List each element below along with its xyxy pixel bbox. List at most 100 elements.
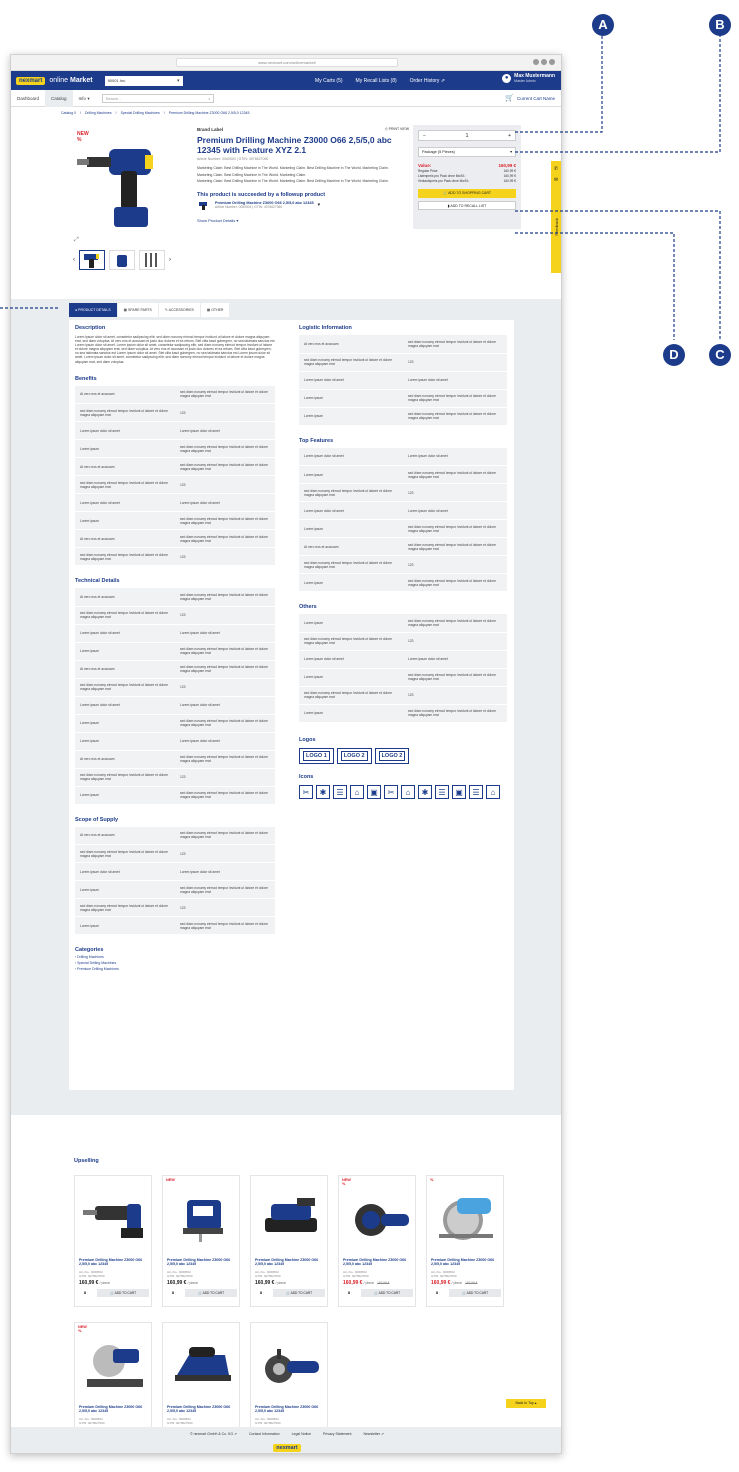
decrease-button[interactable]: − bbox=[423, 133, 426, 139]
legal-notice-link[interactable]: Legal Notice bbox=[292, 1432, 311, 1436]
product-image[interactable] bbox=[169, 1335, 235, 1393]
product-image[interactable] bbox=[257, 1188, 323, 1246]
quantity-input[interactable]: 8 bbox=[343, 1289, 355, 1297]
breadcrumb-item[interactable]: Premium Drilling Machine Z3000 O66 2,5/5… bbox=[169, 111, 250, 115]
window-dot[interactable] bbox=[533, 59, 539, 65]
footer-logo[interactable]: nexmart bbox=[273, 1444, 301, 1452]
logos-title: Logos bbox=[299, 736, 316, 743]
window-dot[interactable] bbox=[541, 59, 547, 65]
show-product-details-link[interactable]: Show Product Details ▾ bbox=[197, 218, 397, 223]
phone-icon[interactable]: ✆ bbox=[554, 166, 558, 172]
chevron-left-icon[interactable]: ‹ bbox=[73, 257, 75, 263]
package-select[interactable]: Package (5 Pieces) ▾ bbox=[418, 147, 516, 157]
product-card[interactable]: NEW Premium Drilling Machine Z3000 O66 2,… bbox=[162, 1175, 240, 1307]
my-carts-link[interactable]: My Carts (5) bbox=[315, 78, 343, 84]
add-to-cart-button[interactable]: 🛒 ADD TO CART bbox=[273, 1289, 325, 1297]
breadcrumb-item[interactable]: Drilling Machines bbox=[85, 111, 112, 115]
product-name[interactable]: Premium Drilling Machine Z3000 O66 2,5/5… bbox=[343, 1258, 413, 1267]
back-to-top-button[interactable]: Back to Top ▴ bbox=[506, 1399, 546, 1408]
product-card[interactable]: Premium Drilling Machine Z3000 O66 2,5/5… bbox=[250, 1175, 328, 1307]
product-image[interactable] bbox=[433, 1188, 499, 1246]
breadcrumb-item[interactable]: Catalog 0 bbox=[61, 111, 76, 115]
product-name[interactable]: Premium Drilling Machine Z3000 O66 2,5/5… bbox=[167, 1258, 237, 1267]
tab-label: SPARE PARTS bbox=[127, 308, 152, 312]
thumbnail-3[interactable] bbox=[139, 250, 165, 270]
thumbnail-2[interactable] bbox=[109, 250, 135, 270]
quantity-input[interactable]: 8 bbox=[255, 1289, 267, 1297]
product-card[interactable]: % Premium Drilling Machine Z3000 O66 2,5/… bbox=[426, 1175, 504, 1307]
product-image[interactable] bbox=[169, 1188, 235, 1246]
spec-label: Lorem ipsum bbox=[299, 668, 403, 687]
recall-lists-link[interactable]: My Recall Lists (8) bbox=[356, 78, 397, 84]
category-link[interactable]: › Drilling Machines bbox=[75, 955, 275, 959]
spec-value: sed diam nonumy eirmod tempor invidunt u… bbox=[175, 529, 275, 549]
product-name[interactable]: Premium Drilling Machine Z3000 O66 2,5/5… bbox=[255, 1258, 325, 1267]
tab-other[interactable]: ▦ OTHER bbox=[200, 303, 230, 317]
product-name[interactable]: Premium Drilling Machine Z3000 O66 2,5/5… bbox=[167, 1405, 237, 1414]
category-link[interactable]: › Special Drilling Machines bbox=[75, 961, 275, 965]
spec-label: Lorem ipsum dolor sit amet bbox=[299, 371, 403, 390]
contact-link[interactable]: Contact Information bbox=[249, 1432, 280, 1436]
quantity-input[interactable]: 8 bbox=[79, 1289, 91, 1297]
product-image[interactable] bbox=[69, 127, 184, 239]
chevron-right-icon[interactable]: › bbox=[169, 257, 171, 263]
product-name[interactable]: Premium Drilling Machine Z3000 O66 2,5/5… bbox=[255, 1405, 325, 1414]
add-to-cart-button[interactable]: 🛒 ADD TO SHOPPING CART bbox=[418, 189, 516, 198]
add-to-cart-button[interactable]: 🛒 ADD TO CART bbox=[449, 1289, 501, 1297]
product-image[interactable] bbox=[81, 1335, 147, 1393]
thumbnail-1[interactable] bbox=[79, 250, 105, 270]
product-price: 160,99 € / piece bbox=[79, 1280, 113, 1286]
product-image[interactable] bbox=[257, 1335, 323, 1393]
tab-catalog[interactable]: Catalog bbox=[45, 89, 73, 107]
add-to-recall-list-button[interactable]: ▮ ADD TO RECALL LIST bbox=[418, 201, 516, 210]
quantity-stepper[interactable]: − 1 + bbox=[418, 130, 516, 141]
product-image[interactable] bbox=[345, 1188, 411, 1246]
gtin: GTIN: 4076627060 bbox=[167, 1421, 193, 1425]
categories-title: Categories bbox=[75, 947, 104, 954]
order-history-link[interactable]: Order History ⇗ bbox=[410, 78, 445, 84]
url-bar[interactable]: www.nexmart.com/onlinemarket/ bbox=[176, 58, 398, 67]
tab-spare-parts[interactable]: ▦ SPARE PARTS bbox=[117, 303, 158, 317]
successor-product[interactable]: Premium Drilling Machine Z3000 O66 2,5/5… bbox=[197, 200, 397, 210]
stage: www.nexmart.com/onlinemarket/ nexmart on… bbox=[0, 0, 739, 1472]
product-image[interactable] bbox=[81, 1188, 147, 1246]
add-to-cart-button[interactable]: 🛒 ADD TO CART bbox=[185, 1289, 237, 1297]
zoom-icon[interactable]: ⤢ bbox=[74, 237, 79, 244]
product-name[interactable]: Premium Drilling Machine Z3000 O66 2,5/5… bbox=[79, 1405, 149, 1414]
quantity-value[interactable]: 1 bbox=[466, 133, 469, 139]
search-input[interactable]: Search... ⌕ bbox=[101, 93, 214, 103]
product-meta: Art.-No.: 0060504 GTIN: 4076627060 bbox=[431, 1270, 457, 1278]
window-dot[interactable] bbox=[549, 59, 555, 65]
copyright-link[interactable]: © nexmart GmbH & Co. KG ⇗ bbox=[190, 1432, 237, 1436]
tab-dashboard[interactable]: Dashboard bbox=[11, 90, 45, 107]
chevron-down-icon[interactable]: ▾ bbox=[318, 202, 321, 208]
spec-label: sed diam nonumy eirmod tempor invidunt u… bbox=[75, 606, 175, 625]
search-icon[interactable]: ⌕ bbox=[208, 95, 210, 103]
tab-product-details[interactable]: ● PRODUCT DETAILS bbox=[69, 303, 117, 317]
print-view-button[interactable]: ⎙ PRINT VIEW bbox=[385, 127, 409, 131]
current-cart[interactable]: 🛒 Current Cart Name bbox=[505, 94, 555, 102]
product-card[interactable]: NEW% Premium Drilling Machine Z3000 O66 2… bbox=[338, 1175, 416, 1307]
newsletter-link[interactable]: Newsletter ⇗ bbox=[363, 1432, 383, 1436]
product-name[interactable]: Premium Drilling Machine Z3000 O66 2,5/5… bbox=[431, 1258, 501, 1267]
privacy-link[interactable]: Privacy Statement bbox=[323, 1432, 351, 1436]
feedback-side-tab[interactable]: ✆ ✉ Feedback bbox=[551, 161, 561, 273]
product-card[interactable]: Premium Drilling Machine Z3000 O66 2,5/5… bbox=[74, 1175, 152, 1307]
technical-details-title: Technical Details bbox=[75, 578, 120, 585]
quantity-input[interactable]: 8 bbox=[167, 1289, 179, 1297]
technical-details-table: At vero eos et accusam sed diam nonumy ei… bbox=[75, 588, 275, 805]
increase-button[interactable]: + bbox=[508, 133, 511, 139]
product-name[interactable]: Premium Drilling Machine Z3000 O66 2,5/5… bbox=[79, 1258, 149, 1267]
quantity-input[interactable]: 8 bbox=[431, 1289, 443, 1297]
add-to-cart-button[interactable]: 🛒 ADD TO CART bbox=[361, 1289, 413, 1297]
nexmart-logo[interactable]: nexmart bbox=[16, 76, 46, 85]
add-to-cart-button[interactable]: 🛒 ADD TO CART bbox=[97, 1289, 149, 1297]
customer-select[interactable]: 90001 Inc. bbox=[104, 75, 183, 86]
user-menu[interactable]: ● Max Mustermann Master Admin bbox=[502, 74, 555, 83]
mail-icon[interactable]: ✉ bbox=[554, 177, 558, 183]
spec-value: 123 bbox=[175, 898, 275, 918]
tab-accessories[interactable]: ✎ ACCESSORIES bbox=[158, 303, 200, 317]
category-link[interactable]: › Premium Drilling Machines bbox=[75, 967, 275, 971]
tab-info[interactable]: Info ▾ bbox=[73, 90, 96, 107]
breadcrumb-item[interactable]: Special Drilling Machines bbox=[121, 111, 160, 115]
